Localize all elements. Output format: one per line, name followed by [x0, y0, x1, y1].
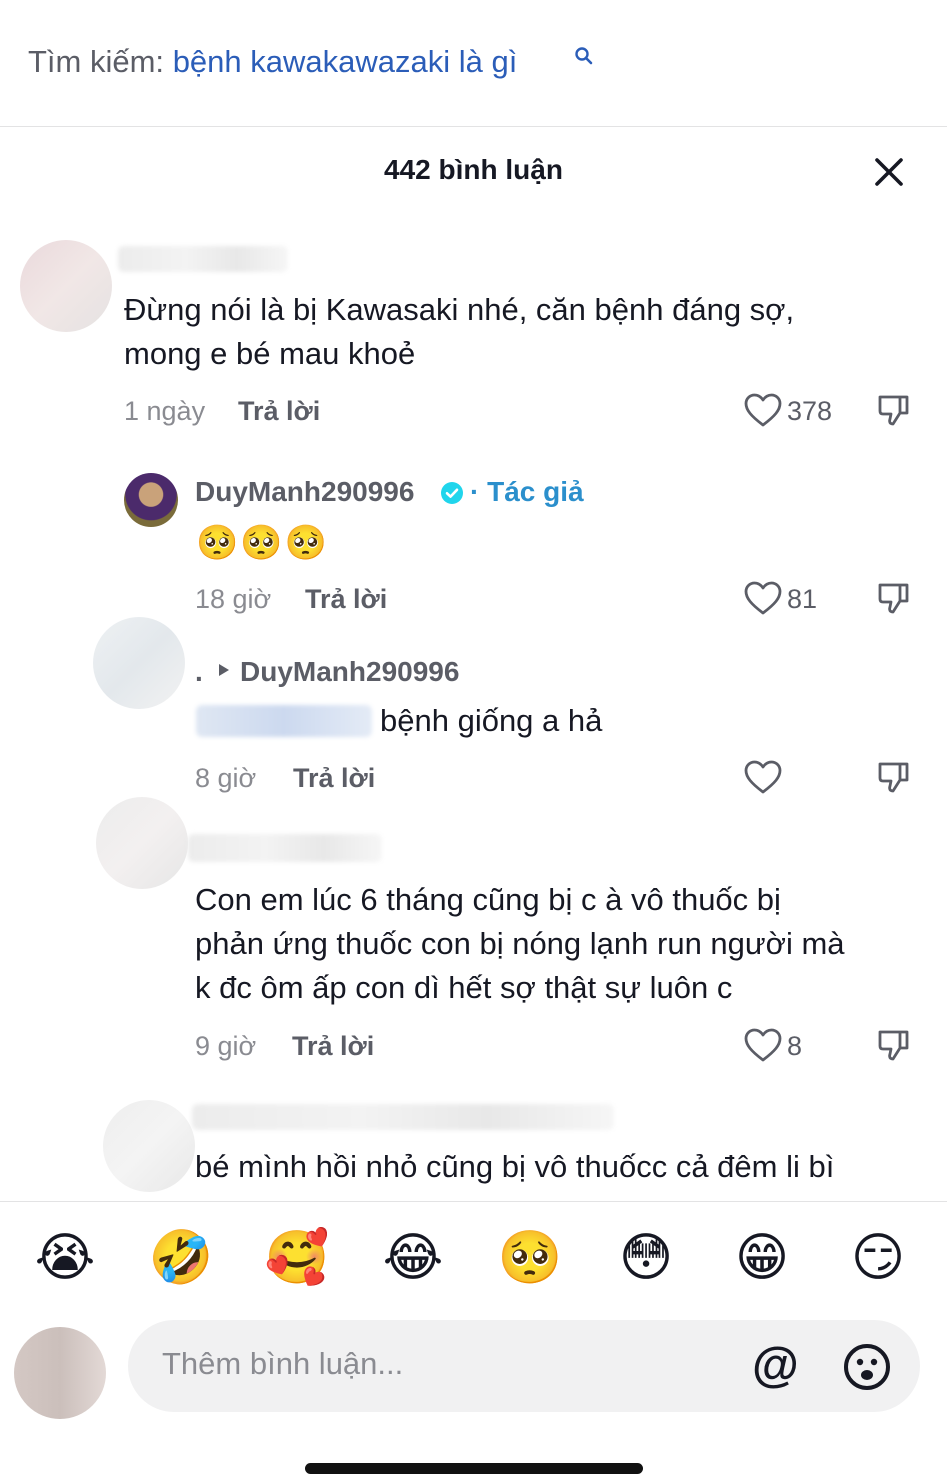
- comment-count-title: 442 bình luận: [384, 154, 563, 185]
- search-query[interactable]: bệnh kawakawazaki là gì: [173, 44, 518, 79]
- like-count: 378: [787, 396, 833, 426]
- mention-blurred[interactable]: [196, 705, 372, 737]
- comment-text: bệnh giống a hả: [380, 703, 603, 738]
- username-blurred[interactable]: [188, 834, 382, 862]
- emoji-tears-of-joy[interactable]: 😂: [380, 1227, 446, 1289]
- reply-button[interactable]: Trả lời: [238, 396, 320, 427]
- author-name[interactable]: DuyManh290996: [195, 476, 414, 508]
- emoji-picker-icon[interactable]: [842, 1342, 892, 1392]
- search-query-line[interactable]: Tìm kiếm: bệnh kawakawazaki là gì: [28, 44, 517, 80]
- verified-badge-icon: [441, 482, 463, 504]
- reply-username[interactable]: .: [195, 656, 203, 688]
- comment-time: 1 ngày: [124, 396, 206, 426]
- mention-icon[interactable]: @: [752, 1340, 799, 1392]
- dislike-icon[interactable]: [876, 759, 912, 795]
- author-avatar[interactable]: [124, 473, 178, 527]
- dislike-icon[interactable]: [876, 1027, 912, 1063]
- author-tag: · Tác giả: [470, 476, 584, 507]
- search-icon[interactable]: [574, 46, 594, 66]
- comment-text: bé mình hồi nhỏ cũng bị vô thuốcc cả đêm…: [195, 1149, 835, 1184]
- emoji-smirk[interactable]: 😏: [845, 1227, 911, 1289]
- emoji-loudly-crying[interactable]: 😭: [32, 1227, 98, 1289]
- emoji-smiling-hearts[interactable]: 🥰: [264, 1227, 330, 1289]
- avatar[interactable]: [20, 240, 112, 332]
- comment-input[interactable]: Thêm bình luận... @: [128, 1320, 920, 1412]
- search-bar[interactable]: Tìm kiếm: bệnh kawakawazaki là gì: [0, 0, 947, 127]
- comment-text: Đừng nói là bị Kawasaki nhé, căn bệnh đá…: [124, 292, 795, 371]
- like-count: 8: [787, 1031, 803, 1061]
- comment-time: 8 giờ: [195, 763, 257, 793]
- emoji-flushed[interactable]: 😳: [613, 1227, 679, 1289]
- emoji-grinning[interactable]: 😁: [729, 1227, 795, 1289]
- avatar[interactable]: [93, 617, 185, 709]
- comment-time: 18 giờ: [195, 584, 272, 614]
- like-count: 81: [787, 584, 818, 614]
- comment-time: 9 giờ: [195, 1031, 257, 1061]
- reply-arrow-icon: [219, 664, 229, 676]
- reply-button[interactable]: Trả lời: [292, 1031, 374, 1062]
- comment-placeholder: Thêm bình luận...: [162, 1346, 404, 1381]
- my-avatar[interactable]: [14, 1327, 106, 1419]
- comments-header: 442 bình luận: [0, 128, 947, 218]
- reply-button[interactable]: Trả lời: [293, 763, 375, 794]
- heart-icon[interactable]: [743, 580, 783, 616]
- reply-button[interactable]: Trả lời: [305, 584, 387, 615]
- avatar[interactable]: [103, 1100, 195, 1192]
- reply-to-name[interactable]: DuyManh290996: [240, 656, 459, 688]
- username-blurred[interactable]: [192, 1104, 614, 1130]
- comment-text: 🥺🥺🥺: [196, 524, 330, 562]
- close-icon[interactable]: [872, 155, 906, 189]
- dislike-icon[interactable]: [876, 392, 912, 428]
- search-prefix: Tìm kiếm:: [28, 44, 165, 79]
- heart-icon[interactable]: [743, 392, 783, 428]
- comment-input-row: Thêm bình luận... @: [0, 1313, 947, 1476]
- home-indicator[interactable]: [305, 1463, 643, 1474]
- heart-icon[interactable]: [743, 759, 783, 795]
- emoji-rofl[interactable]: 🤣: [148, 1227, 214, 1289]
- heart-icon[interactable]: [743, 1027, 783, 1063]
- dislike-icon[interactable]: [876, 580, 912, 616]
- emoji-pleading[interactable]: 🥺: [497, 1227, 563, 1289]
- avatar[interactable]: [96, 797, 188, 889]
- username-blurred[interactable]: [118, 246, 288, 272]
- comment-text: Con em lúc 6 tháng cũng bị c à vô thuốc …: [195, 882, 845, 1005]
- emoji-quick-bar: 😭 🤣 🥰 😂 🥺 😳 😁 😏: [0, 1201, 947, 1313]
